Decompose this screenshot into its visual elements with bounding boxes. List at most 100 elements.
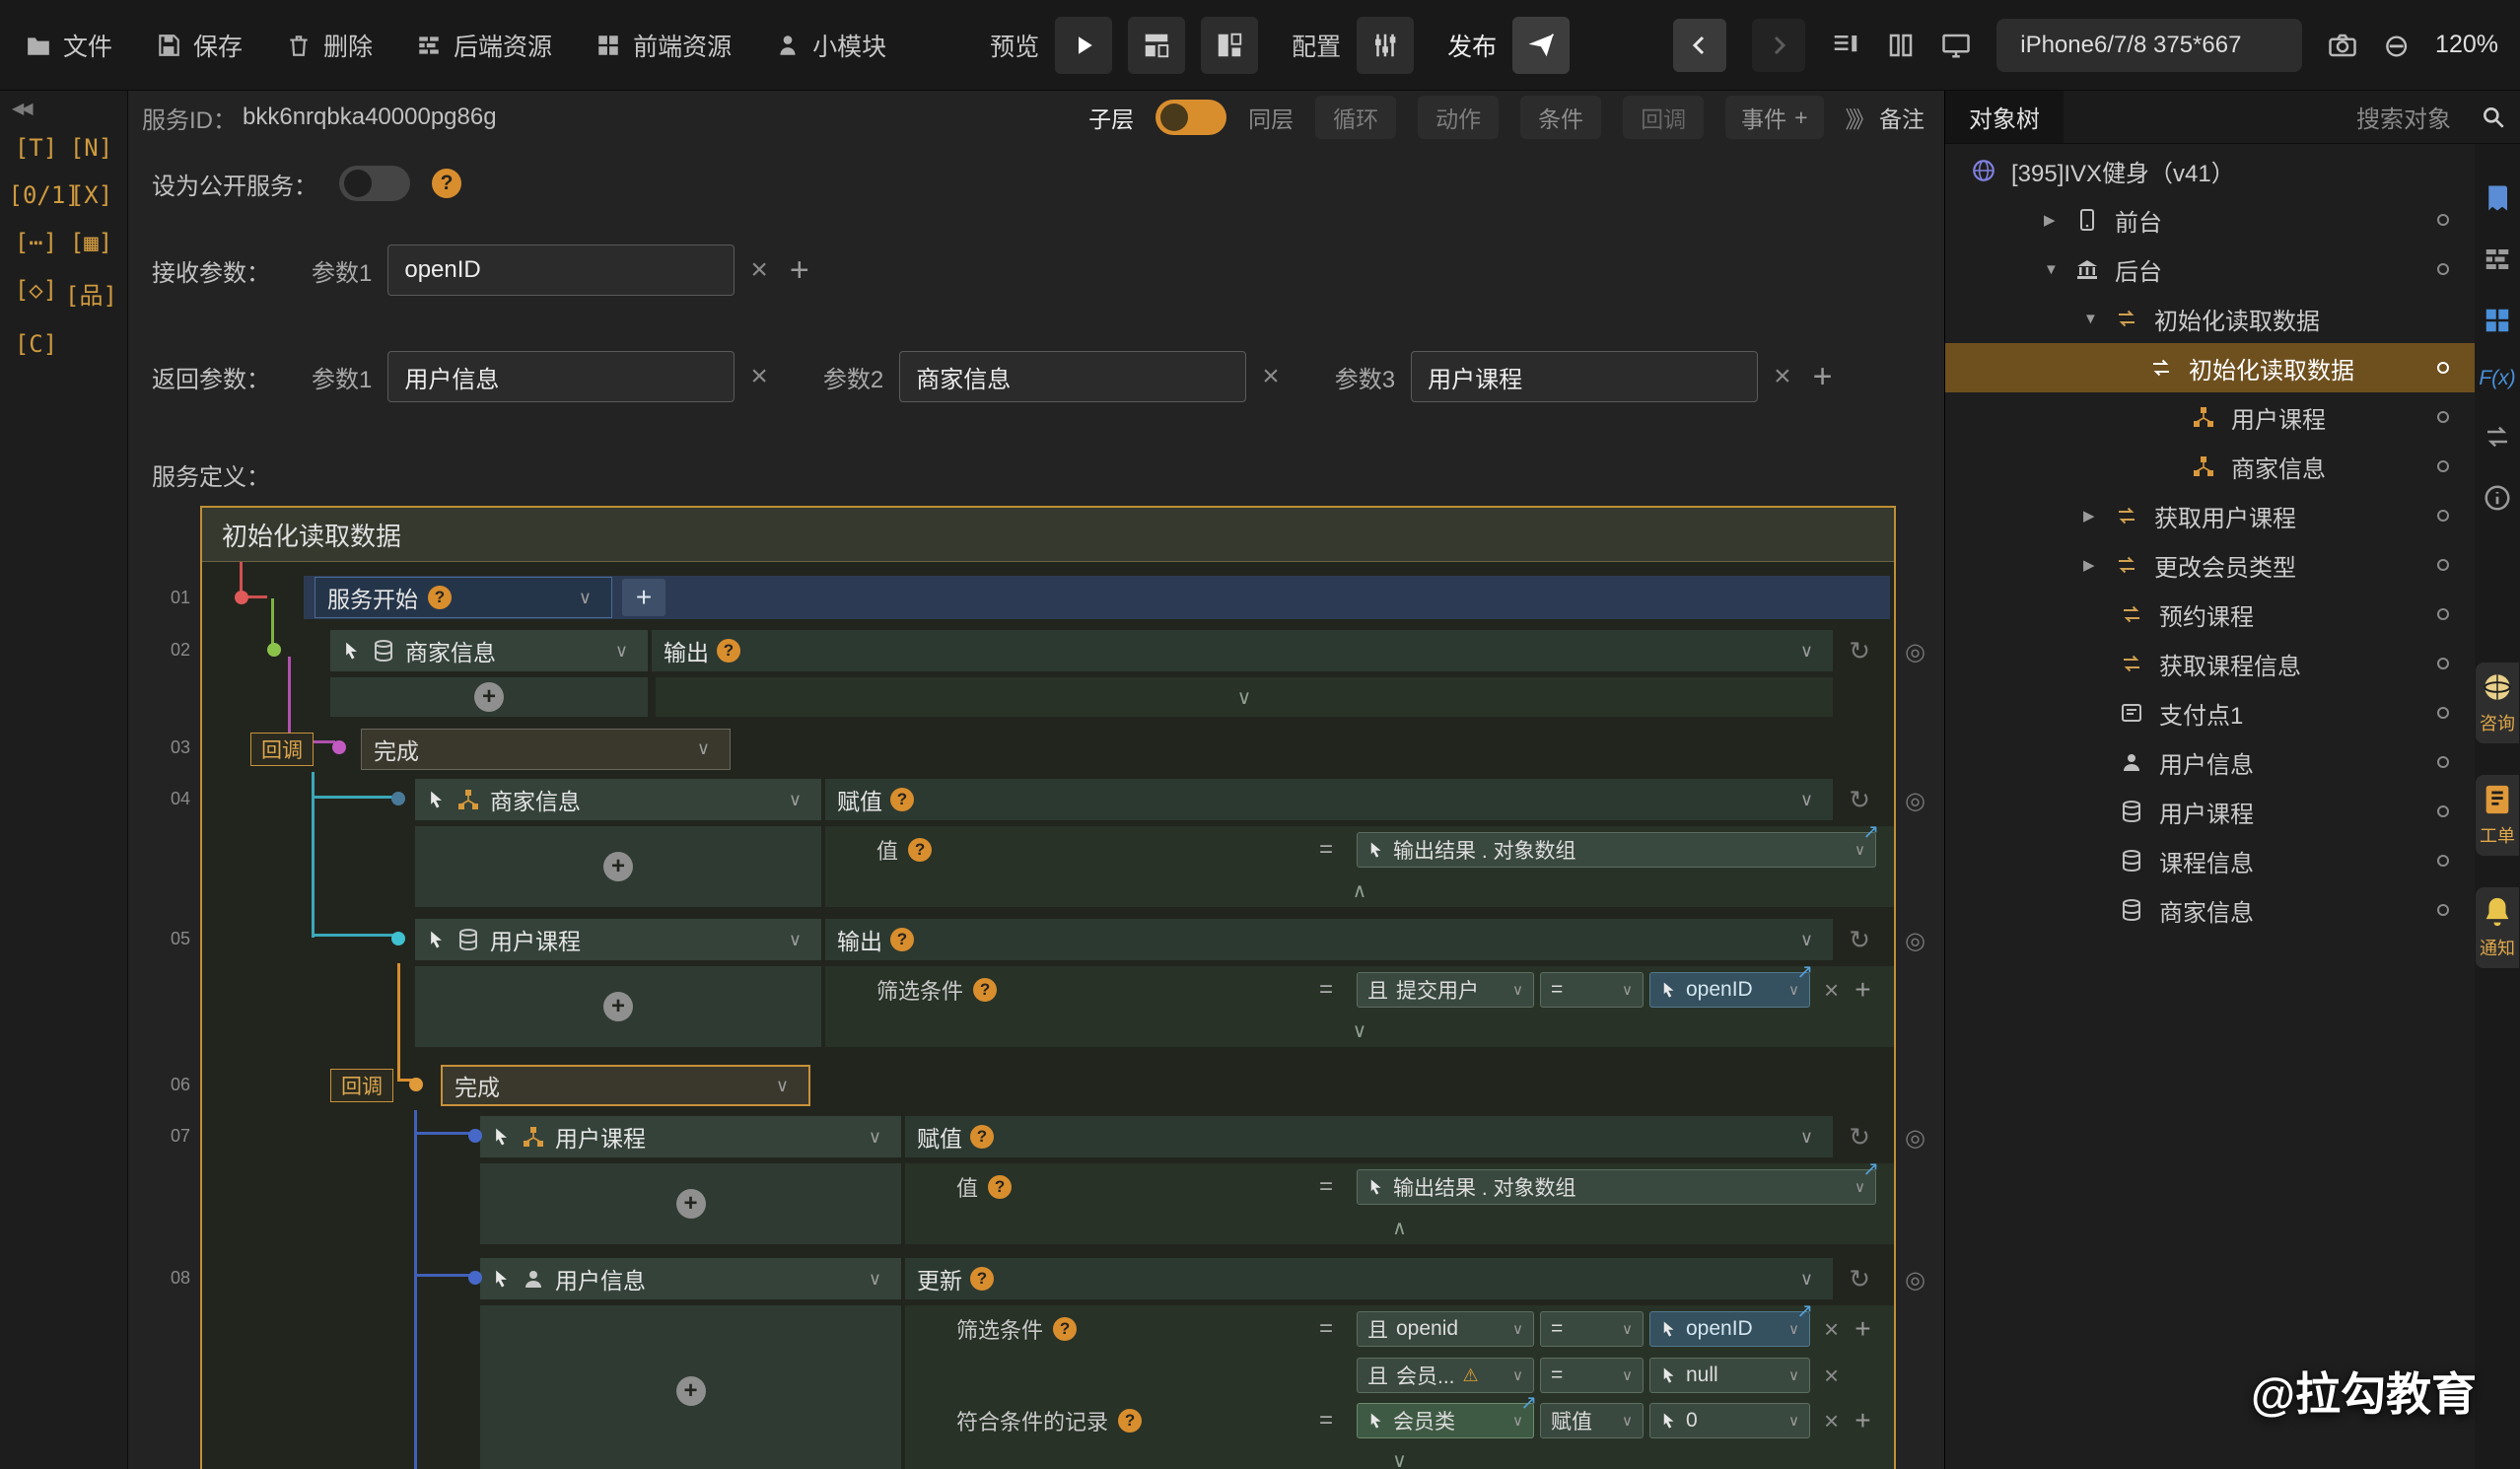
tree-item-user-course-array[interactable]: 用户课程 xyxy=(1945,392,2475,442)
help-icon[interactable]: ? xyxy=(988,1175,1012,1199)
refresh-icon[interactable]: ↻ xyxy=(1849,1264,1870,1294)
target-circle-icon[interactable]: ◎ xyxy=(1905,787,1925,815)
chevron-down-icon[interactable]: ∨ xyxy=(861,1269,889,1290)
tree-item-get-course-info[interactable]: 获取课程信息 xyxy=(1945,639,2475,688)
monitor-icon[interactable] xyxy=(1941,31,1971,60)
callback-button[interactable]: 回调 xyxy=(1623,96,1704,139)
visibility-dot[interactable] xyxy=(2437,362,2449,374)
chevron-down-icon[interactable]: ∨ xyxy=(1792,641,1821,662)
collapse-chevron[interactable]: ∨ xyxy=(905,1443,1894,1469)
help-icon[interactable]: ? xyxy=(1118,1409,1142,1433)
formula-icon[interactable]: F(x) xyxy=(2479,367,2515,390)
visibility-dot[interactable] xyxy=(2437,904,2449,916)
collapse-chevron[interactable]: ∨ xyxy=(656,677,1833,717)
condition-value-chip[interactable]: openID ∨ ↗ xyxy=(1649,972,1810,1008)
tree-item-user-course-db[interactable]: 用户课程 xyxy=(1945,787,2475,836)
chevron-down-icon[interactable]: ∨ xyxy=(1506,1320,1523,1338)
chevron-down-icon[interactable]: ∨ xyxy=(1792,1127,1821,1148)
value-chip-output-result[interactable]: 输出结果 . 对象数组 ∨ ↗ xyxy=(1357,1169,1876,1205)
chevron-down-icon[interactable]: ∨ xyxy=(1616,1320,1633,1338)
chevron-down-icon[interactable]: ∨ xyxy=(1792,790,1821,810)
chevron-down-icon[interactable]: ∨ xyxy=(1616,1366,1633,1384)
publish-button[interactable] xyxy=(1512,17,1570,74)
tool-loop-icon[interactable]: [C] xyxy=(9,330,64,358)
visibility-dot[interactable] xyxy=(2437,756,2449,768)
add-item-icon[interactable]: + xyxy=(603,992,633,1021)
visibility-dot[interactable] xyxy=(2437,707,2449,719)
backend-resources-button[interactable]: 后端资源 xyxy=(416,28,552,63)
chevron-down-icon[interactable]: ▼ xyxy=(2044,261,2073,278)
chevron-down-icon[interactable]: ∨ xyxy=(1783,1412,1799,1430)
tool-boolean-icon[interactable]: [0/1] xyxy=(9,181,64,209)
target-block-user-course[interactable]: 用户课程 ∨ xyxy=(480,1116,901,1157)
chevron-down-icon[interactable]: ∨ xyxy=(1506,1366,1523,1384)
outline-panel-icon[interactable] xyxy=(1831,31,1860,60)
add-item-icon[interactable]: + xyxy=(474,682,504,712)
condition-field-chip[interactable]: 且 提交用户 ∨ xyxy=(1357,972,1534,1008)
collapse-panel-icon[interactable]: ◀◀ xyxy=(12,99,127,118)
tool-object-array-icon[interactable]: [▦] xyxy=(64,229,119,256)
note-button[interactable]: 》》 备注 xyxy=(1846,101,1925,134)
remove-condition-icon[interactable]: × xyxy=(1824,1314,1839,1345)
return-param-input-2[interactable]: 商家信息 xyxy=(899,351,1246,402)
target-block-merchant-info[interactable]: 商家信息 ∨ xyxy=(415,779,821,820)
collapse-chevron[interactable]: ∧ xyxy=(905,1211,1894,1244)
tree-item-backend[interactable]: ▼ 后台 xyxy=(1945,245,2475,294)
layer-toggle[interactable] xyxy=(1155,100,1226,135)
nav-back-button[interactable] xyxy=(1673,19,1726,72)
add-condition-icon[interactable]: + xyxy=(1855,974,1870,1006)
chevron-down-icon[interactable]: ∨ xyxy=(861,1127,889,1148)
help-icon[interactable]: ? xyxy=(890,788,914,811)
condition-op-chip[interactable]: = ∨ xyxy=(1540,1358,1644,1393)
visibility-dot[interactable] xyxy=(2437,263,2449,275)
tree-item-pay-point[interactable]: 支付点1 xyxy=(1945,688,2475,737)
file-menu[interactable]: 文件 xyxy=(26,28,112,63)
visibility-dot[interactable] xyxy=(2437,805,2449,817)
templates-icon[interactable] xyxy=(2483,306,2512,335)
swap-icon[interactable] xyxy=(2483,422,2512,452)
chevron-right-icon[interactable]: ▶ xyxy=(2044,211,2073,229)
condition-value-chip[interactable]: null ∨ xyxy=(1649,1358,1810,1393)
refresh-icon[interactable]: ↻ xyxy=(1849,785,1870,815)
preview-play-button[interactable] xyxy=(1055,17,1112,74)
tree-item-change-member-type[interactable]: ▶ 更改会员类型 xyxy=(1945,540,2475,590)
callback-done-block-selected[interactable]: 完成 ∨ xyxy=(441,1065,810,1106)
notify-badge[interactable]: 通知 xyxy=(2476,887,2519,968)
zoom-level[interactable]: 120% xyxy=(2435,31,2498,59)
chevron-down-icon[interactable]: ▼ xyxy=(2083,311,2113,327)
device-selector[interactable]: iPhone6/7/8 375*667 xyxy=(1996,19,2302,72)
add-param-icon[interactable]: + xyxy=(790,251,809,290)
chevron-right-icon[interactable]: ▶ xyxy=(2083,507,2113,525)
add-item-icon[interactable]: + xyxy=(676,1189,706,1219)
return-param-input-3[interactable]: 用户课程 xyxy=(1411,351,1758,402)
tree-item-merchant-info-array[interactable]: 商家信息 xyxy=(1945,442,2475,491)
help-icon[interactable]: ? xyxy=(717,639,740,663)
tree-item-project-root[interactable]: [395]IVX健身（v41） xyxy=(1945,146,2475,195)
tree-item-get-user-course[interactable]: ▶ 获取用户课程 xyxy=(1945,491,2475,540)
chevron-down-icon[interactable]: ∨ xyxy=(689,738,718,759)
action-block-assign[interactable]: 赋值 ? ∨ xyxy=(825,779,1833,820)
ticket-badge[interactable]: 工单 xyxy=(2476,775,2519,856)
refresh-icon[interactable]: ↻ xyxy=(1849,636,1870,666)
layout-mode-button-1[interactable] xyxy=(1128,17,1185,74)
remove-param-icon[interactable]: × xyxy=(1774,360,1791,393)
target-block-merchant-info[interactable]: 商家信息 ∨ xyxy=(330,630,648,671)
help-icon[interactable]: ? xyxy=(890,928,914,951)
action-block-output[interactable]: 输出 ? ∨ xyxy=(825,919,1833,960)
chevron-down-icon[interactable]: ∨ xyxy=(768,1076,797,1096)
split-panes-icon[interactable] xyxy=(1886,31,1916,60)
remove-param-icon[interactable]: × xyxy=(750,253,768,287)
chevron-down-icon[interactable]: ∨ xyxy=(1616,1412,1633,1430)
records-target-chip[interactable]: 会员类 ∨ ↗ xyxy=(1357,1403,1534,1438)
chevron-down-icon[interactable]: ∨ xyxy=(781,790,809,810)
tool-object-icon[interactable]: [◇] xyxy=(9,276,64,311)
condition-op-chip[interactable]: = ∨ xyxy=(1540,1311,1644,1347)
action-block-output[interactable]: 输出 ? ∨ xyxy=(652,630,1833,671)
help-icon[interactable]: ? xyxy=(970,1267,994,1291)
help-icon[interactable]: ? xyxy=(1053,1317,1077,1341)
tool-tree-icon[interactable]: [品] xyxy=(64,276,119,311)
tree-item-user-info-db[interactable]: 用户信息 xyxy=(1945,737,2475,787)
consult-badge[interactable]: 咨询 xyxy=(2476,663,2519,743)
condition-op-chip[interactable]: = ∨ xyxy=(1540,972,1644,1008)
tree-item-init-service-group[interactable]: ▼ 初始化读取数据 xyxy=(1945,294,2475,343)
